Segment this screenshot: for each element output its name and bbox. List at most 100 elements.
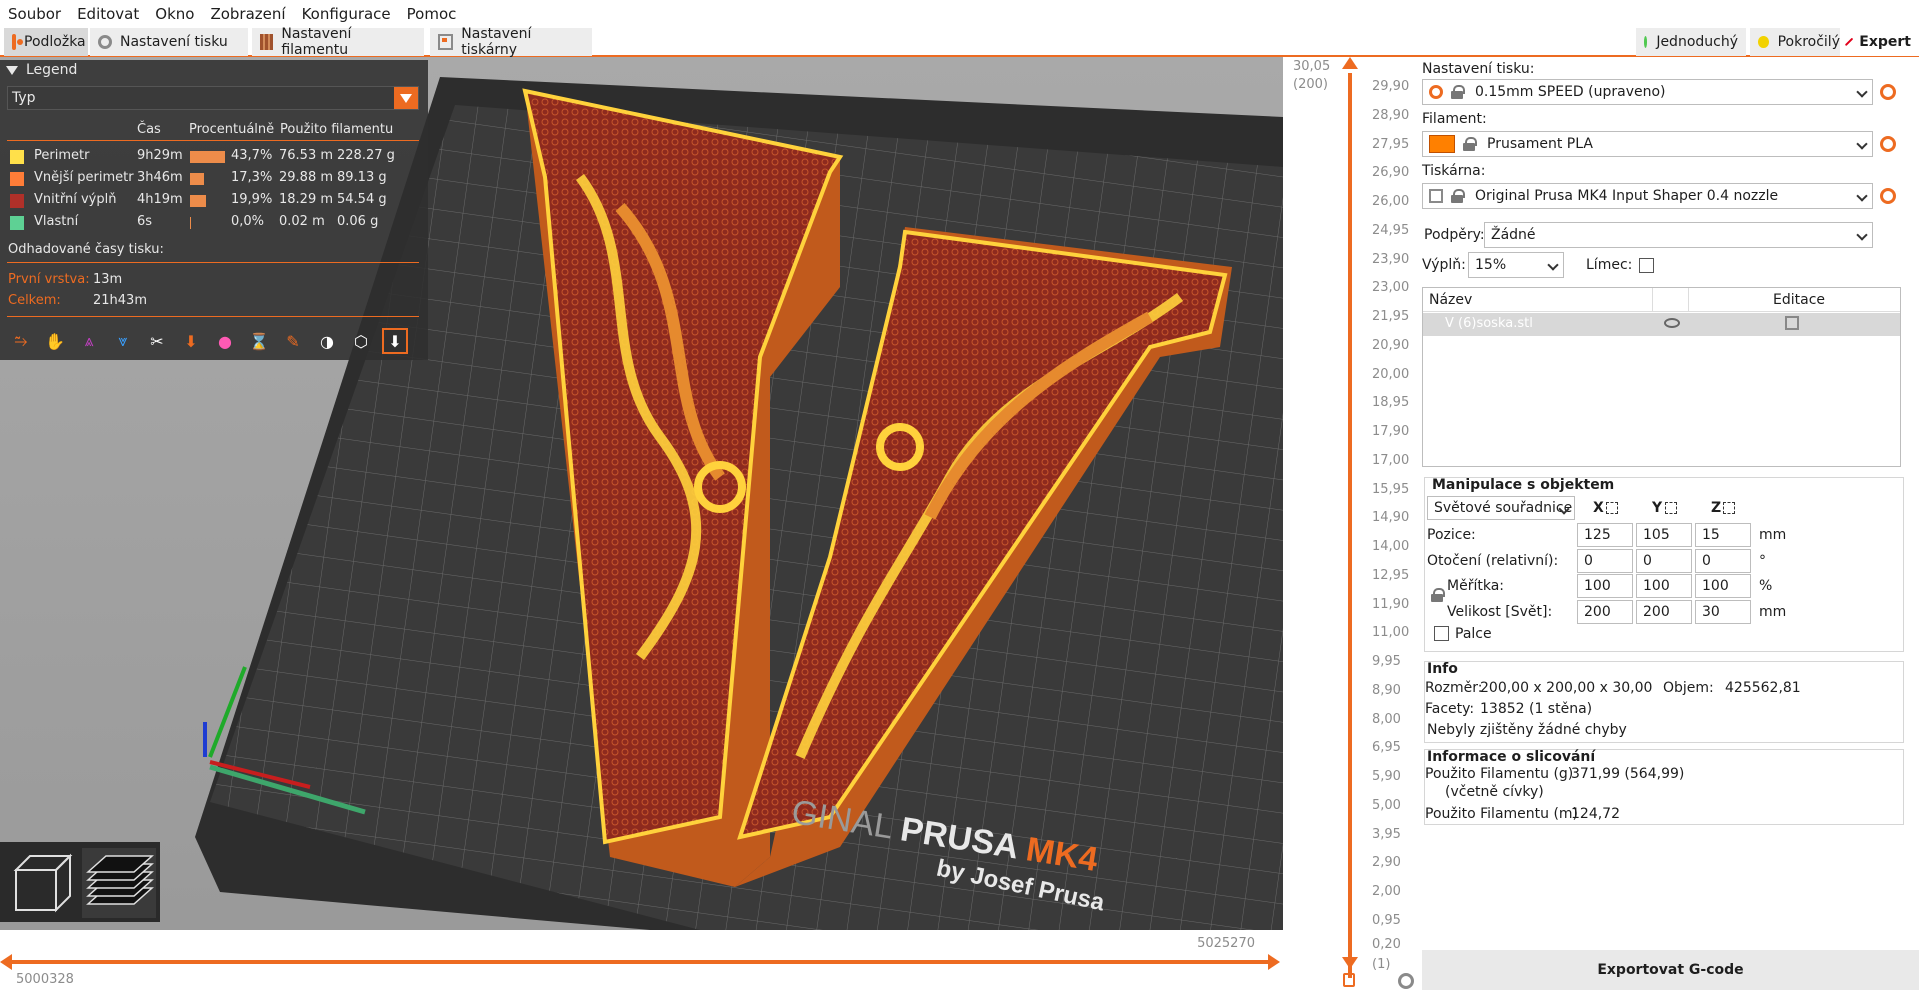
filament-profile-select[interactable]: Prusament PLA bbox=[1422, 131, 1873, 157]
size-z-input[interactable]: 30 bbox=[1695, 600, 1751, 624]
menu-edit[interactable]: Editovat bbox=[77, 5, 139, 23]
color-changes-icon[interactable]: ● bbox=[212, 328, 238, 354]
scale-y-input[interactable]: 100 bbox=[1636, 574, 1692, 598]
layer-tick-label: 12,95 bbox=[1372, 567, 1410, 583]
layer-tick-label: 24,95 bbox=[1372, 222, 1410, 238]
dropdown-arrow-icon bbox=[394, 87, 418, 109]
position-z-input[interactable]: 15 bbox=[1695, 523, 1751, 547]
tab-print-settings-label: Nastavení tisku bbox=[120, 34, 228, 50]
mode-simple-button[interactable]: Jednoduchý bbox=[1636, 28, 1746, 56]
mode-expert-dot bbox=[1844, 37, 1854, 47]
tab-plater[interactable]: Podložka bbox=[4, 28, 88, 56]
tab-printer-settings[interactable]: Nastavení tiskárny bbox=[430, 26, 592, 58]
rotation-z-input[interactable]: 0 bbox=[1695, 549, 1751, 573]
hslider-right-thumb[interactable] bbox=[1268, 954, 1280, 970]
menu-view[interactable]: Zobrazení bbox=[210, 5, 285, 23]
printer-profile-select[interactable]: Original Prusa MK4 Input Shaper 0.4 nozz… bbox=[1422, 183, 1873, 209]
size-x-value: 200 bbox=[1584, 604, 1611, 620]
drop-to-bed-x-icon[interactable] bbox=[1606, 502, 1618, 514]
3d-view-button[interactable] bbox=[8, 848, 78, 918]
coordinate-system-select[interactable]: Světové souřadnice bbox=[1427, 496, 1575, 520]
layer-top-thumb[interactable] bbox=[1342, 57, 1358, 69]
legend-header[interactable]: Legend bbox=[0, 60, 428, 80]
gear-icon bbox=[98, 35, 112, 49]
horizontal-move-slider[interactable] bbox=[6, 960, 1276, 964]
scale-lock-icon[interactable] bbox=[1431, 588, 1445, 602]
position-y-input[interactable]: 105 bbox=[1636, 523, 1692, 547]
printer-icon bbox=[438, 34, 454, 50]
legend-row-length: 18.29 m bbox=[279, 192, 334, 207]
shells-icon[interactable]: ⬡ bbox=[348, 328, 374, 354]
printer-profile-value: Original Prusa MK4 Input Shaper 0.4 nozz… bbox=[1475, 188, 1779, 204]
size-x-input[interactable]: 200 bbox=[1577, 600, 1633, 624]
supports-value: Žádné bbox=[1491, 227, 1536, 243]
legend-swatch bbox=[10, 194, 24, 208]
mode-advanced-dot bbox=[1758, 36, 1769, 48]
custom-gcodes-icon[interactable]: ✎ bbox=[280, 328, 306, 354]
tool-changes-icon[interactable]: ⬇ bbox=[178, 328, 204, 354]
filament-color-swatch[interactable] bbox=[1429, 135, 1455, 153]
rotation-x-input[interactable]: 0 bbox=[1577, 549, 1633, 573]
menu-file[interactable]: Soubor bbox=[8, 5, 61, 23]
supports-select[interactable]: Žádné bbox=[1484, 222, 1873, 248]
3d-viewport[interactable]: GINAL PRUSA MK4 by Josef Prusa Legend Ty… bbox=[0, 57, 1283, 994]
menu-help[interactable]: Pomoc bbox=[407, 5, 457, 23]
print-profile-value: 0.15mm SPEED (upraveno) bbox=[1475, 84, 1666, 100]
center-of-gravity-icon[interactable]: ◑ bbox=[314, 328, 340, 354]
legend-type-select[interactable]: Typ bbox=[7, 86, 419, 110]
layer-tick-label: 17,90 bbox=[1372, 424, 1410, 440]
deretractions-icon[interactable]: ⩔ bbox=[110, 328, 136, 354]
lock-slider-icon[interactable] bbox=[1343, 973, 1355, 987]
edit-object-icon[interactable] bbox=[1785, 316, 1799, 330]
menu-window[interactable]: Okno bbox=[155, 5, 194, 23]
print-settings-gear-icon[interactable] bbox=[1880, 84, 1896, 100]
rotation-label: Otočení (relativní): bbox=[1427, 553, 1559, 569]
inches-checkbox[interactable] bbox=[1434, 626, 1449, 641]
printer-settings-gear-icon[interactable] bbox=[1880, 188, 1896, 204]
wipe-icon[interactable]: ✋ bbox=[42, 328, 68, 354]
menu-configuration[interactable]: Konfigurace bbox=[302, 5, 391, 23]
slice-info-title: Informace o slicování bbox=[1427, 749, 1596, 765]
drop-to-bed-z-icon[interactable] bbox=[1723, 502, 1735, 514]
tool-marker-icon[interactable]: ⬇ bbox=[382, 328, 408, 354]
layer-tick-label: 21,95 bbox=[1372, 309, 1410, 325]
print-profile-select[interactable]: 0.15mm SPEED (upraveno) bbox=[1422, 79, 1873, 105]
infill-select[interactable]: 15% bbox=[1468, 252, 1564, 278]
legend-row-name: Vlastní bbox=[34, 214, 79, 229]
volume-value: 425562,81 bbox=[1725, 680, 1801, 696]
rotation-x-value: 0 bbox=[1584, 553, 1593, 569]
total-time-label: Celkem: bbox=[8, 293, 61, 308]
scale-x-input[interactable]: 100 bbox=[1577, 574, 1633, 598]
layer-tick-label: 29,90 bbox=[1372, 79, 1410, 94]
preview-view-button[interactable] bbox=[82, 848, 156, 918]
position-x-input[interactable]: 125 bbox=[1577, 523, 1633, 547]
tab-plater-label: Podložka bbox=[24, 34, 86, 50]
retractions-icon[interactable]: ⩓ bbox=[76, 328, 102, 354]
seams-icon[interactable]: ✂ bbox=[144, 328, 170, 354]
eye-icon[interactable] bbox=[1664, 318, 1680, 328]
hslider-left-thumb[interactable] bbox=[0, 954, 12, 970]
brim-checkbox[interactable] bbox=[1639, 258, 1654, 273]
tab-filament-settings[interactable]: Nastavení filamentu bbox=[252, 26, 424, 58]
size-y-input[interactable]: 200 bbox=[1636, 600, 1692, 624]
tab-print-settings[interactable]: Nastavení tisku bbox=[90, 28, 248, 56]
layer-slider-track[interactable] bbox=[1348, 73, 1352, 978]
rotation-y-input[interactable]: 0 bbox=[1636, 549, 1692, 573]
pause-prints-icon[interactable]: ⌛ bbox=[246, 328, 272, 354]
export-gcode-button[interactable]: Exportovat G-code bbox=[1422, 950, 1919, 990]
filament-label: Filament: bbox=[1422, 111, 1487, 127]
legend-swatch bbox=[10, 216, 24, 230]
printer-label: Tiskárna: bbox=[1422, 163, 1486, 179]
scale-z-value: 100 bbox=[1702, 578, 1729, 594]
travel-icon[interactable]: ⥲ bbox=[8, 328, 34, 354]
object-row[interactable]: V (6)soska.stl bbox=[1423, 313, 1900, 336]
mode-expert-button[interactable]: Expert bbox=[1840, 28, 1919, 56]
slider-settings-gear-icon[interactable] bbox=[1398, 973, 1414, 989]
slice-info-panel: Informace o slicování Použito Filamentu … bbox=[1424, 749, 1904, 825]
drop-to-bed-y-icon[interactable] bbox=[1665, 502, 1677, 514]
scale-z-input[interactable]: 100 bbox=[1695, 574, 1751, 598]
layer-bottom-thumb[interactable] bbox=[1342, 957, 1358, 969]
layer-tick-label: 28,90 bbox=[1372, 107, 1410, 123]
mode-advanced-button[interactable]: Pokročilý bbox=[1750, 28, 1848, 56]
filament-settings-gear-icon[interactable] bbox=[1880, 136, 1896, 152]
